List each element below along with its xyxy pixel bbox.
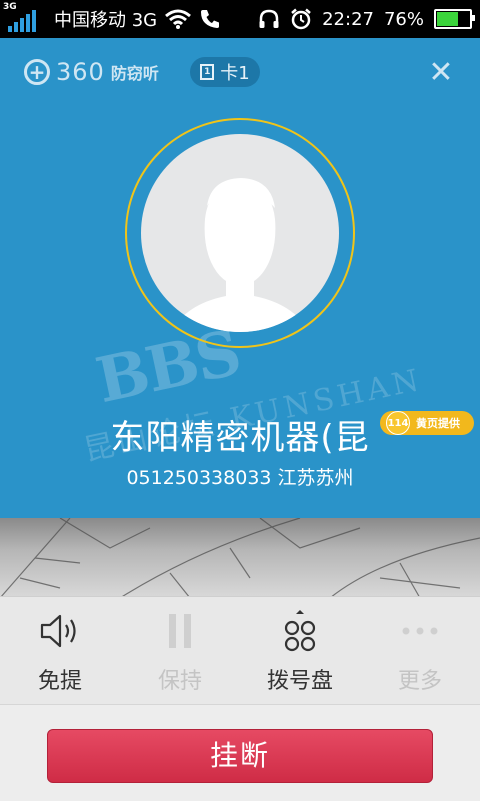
battery-fill (437, 12, 458, 26)
caller-number-location: 051250338033 江苏苏州 (126, 467, 354, 489)
speaker-label: 免提 (37, 669, 82, 694)
dialpad-button[interactable]: 拨号盘 (240, 597, 360, 705)
more-button[interactable]: 更多 (360, 597, 480, 705)
brand-number: 360 (56, 58, 105, 86)
close-button[interactable]: ✕ (424, 56, 458, 90)
more-label: 更多 (397, 669, 442, 694)
phone-icon (201, 10, 220, 28)
brand-logo: + 360 防窃听 (24, 58, 159, 86)
battery-icon (434, 9, 475, 29)
signal-strength-icon (8, 10, 36, 32)
leaf-texture-banner (0, 518, 480, 598)
call-controls: 免提 保持 拨号盘 更多 (0, 596, 480, 705)
status-bar: 3G 中国移动 3G 22:27 76% (0, 0, 480, 38)
alarm-icon (291, 8, 311, 30)
sim-card-label: 卡1 (220, 63, 250, 84)
brand-text: 防窃听 (110, 64, 159, 83)
headphones-icon (259, 9, 279, 28)
sim-card-selector[interactable]: 1 卡1 (190, 57, 260, 87)
dialpad-icon (284, 610, 316, 652)
yellow-pages-text: 黄页提供 (416, 417, 460, 430)
clock-time: 22:27 (322, 8, 374, 30)
hangup-button[interactable]: 挂断 (47, 729, 433, 783)
bottom-bar: 挂断 (0, 704, 480, 801)
sim-card-icon: 1 (200, 64, 215, 80)
plus-shield-icon: + (24, 59, 50, 85)
more-icon (402, 627, 438, 635)
wifi-icon (165, 9, 192, 29)
app-bar: + 360 防窃听 1 卡1 ✕ (0, 38, 480, 108)
speaker-button[interactable]: 免提 (0, 597, 120, 705)
leaf-veins-decoration (0, 518, 480, 598)
person-silhouette-icon (171, 178, 309, 332)
hold-label: 保持 (157, 669, 202, 694)
yellow-pages-logo: 114 (386, 411, 410, 435)
hold-button[interactable]: 保持 (120, 597, 240, 705)
caller-avatar (141, 134, 339, 332)
battery-percent: 76% (383, 8, 424, 30)
dialpad-label: 拨号盘 (266, 669, 333, 694)
pause-icon (169, 614, 191, 648)
speaker-icon (40, 614, 76, 648)
yellow-pages-badge: 114 黄页提供 (380, 411, 474, 435)
network-type-tag: 3G (3, 2, 17, 12)
carrier-label: 中国移动 3G (54, 10, 158, 31)
